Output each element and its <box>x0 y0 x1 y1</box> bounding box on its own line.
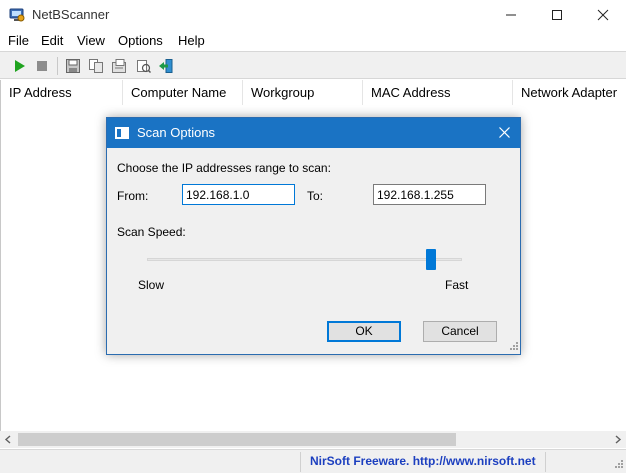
nirsoft-link[interactable]: NirSoft Freeware. http://www.nirsoft.net <box>310 454 536 468</box>
start-scan-button[interactable] <box>9 56 29 76</box>
menu-help[interactable]: Help <box>178 33 205 48</box>
menu-view[interactable]: View <box>77 33 105 48</box>
menu-bar: File Edit View Options Help <box>0 30 626 51</box>
close-icon <box>597 9 609 21</box>
from-ip-input[interactable] <box>182 184 295 205</box>
status-bar: NirSoft Freeware. http://www.nirsoft.net <box>0 449 626 473</box>
chevron-left-icon <box>4 435 11 444</box>
column-header-workgroup[interactable]: Workgroup <box>243 80 363 105</box>
resize-grip-icon[interactable] <box>612 459 624 471</box>
ok-button[interactable]: OK <box>327 321 401 342</box>
scroll-left-button[interactable] <box>0 431 17 448</box>
status-divider <box>300 452 301 472</box>
cancel-button[interactable]: Cancel <box>423 321 497 342</box>
scan-speed-slider-track[interactable] <box>147 258 462 261</box>
properties-button[interactable] <box>109 56 129 76</box>
save-button[interactable] <box>63 56 83 76</box>
from-label: From: <box>117 189 149 203</box>
exit-button[interactable] <box>156 56 176 76</box>
column-header-mac-address[interactable]: MAC Address <box>363 80 513 105</box>
refresh-icon <box>137 60 151 74</box>
close-button[interactable] <box>580 0 626 30</box>
chevron-right-icon <box>615 435 622 444</box>
slow-label: Slow <box>138 278 165 292</box>
netbscanner-app-icon <box>9 7 25 23</box>
stop-icon <box>37 61 47 71</box>
title-bar: NetBScanner <box>0 0 626 30</box>
dialog-window-icon <box>115 126 129 140</box>
dialog-title-bar[interactable]: Scan Options <box>107 118 520 148</box>
to-ip-input[interactable] <box>373 184 486 205</box>
toolbar <box>0 51 626 79</box>
scroll-right-button[interactable] <box>609 431 626 448</box>
minimize-button[interactable] <box>488 0 534 30</box>
to-label: To: <box>307 189 324 203</box>
column-header-ip-address[interactable]: IP Address <box>1 80 123 105</box>
dialog-resize-grip-icon[interactable] <box>507 341 519 353</box>
maximize-icon <box>552 10 562 20</box>
copy-icon <box>89 59 103 73</box>
horizontal-scroll-thumb[interactable] <box>18 433 456 446</box>
scan-speed-label: Scan Speed: <box>117 225 186 239</box>
maximize-button[interactable] <box>534 0 580 30</box>
close-icon <box>499 127 510 138</box>
menu-options[interactable]: Options <box>118 33 163 48</box>
copy-button[interactable] <box>86 56 106 76</box>
horizontal-scrollbar[interactable] <box>0 431 626 448</box>
fast-label: Fast <box>445 278 469 292</box>
column-header-computer-name[interactable]: Computer Name <box>123 80 243 105</box>
scan-options-dialog: Scan Options Choose the IP addresses ran… <box>106 117 521 355</box>
menu-file[interactable]: File <box>8 33 29 48</box>
save-icon <box>66 59 80 73</box>
exit-icon <box>159 59 173 73</box>
stop-scan-button[interactable] <box>32 56 52 76</box>
window-title: NetBScanner <box>32 7 110 22</box>
refresh-button[interactable] <box>133 56 153 76</box>
dialog-title: Scan Options <box>137 125 216 140</box>
minimize-icon <box>506 14 516 16</box>
properties-icon <box>112 59 126 73</box>
menu-edit[interactable]: Edit <box>41 33 63 48</box>
play-icon <box>15 60 25 72</box>
status-divider <box>545 452 546 472</box>
ip-range-prompt: Choose the IP addresses range to scan: <box>117 161 331 175</box>
scan-speed-slider-thumb[interactable] <box>425 249 436 270</box>
toolbar-separator <box>57 57 58 75</box>
dialog-close-button[interactable] <box>489 118 520 148</box>
column-header-network-adapter[interactable]: Network Adapter <box>513 80 626 105</box>
